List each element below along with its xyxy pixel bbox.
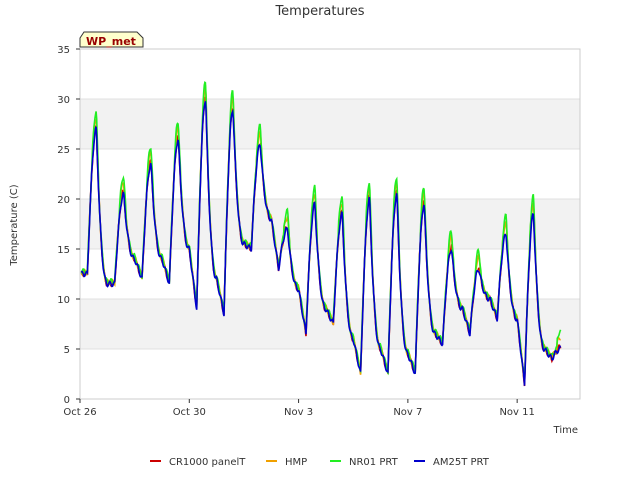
x-tick-label: Nov 7 xyxy=(393,407,422,418)
station-label-text: WP_met xyxy=(86,35,136,48)
legend-item: CR1000 panelT xyxy=(150,457,246,468)
legend-label: HMP xyxy=(285,457,307,468)
grid-band xyxy=(80,299,580,349)
legend-item: HMP xyxy=(266,457,307,468)
legend-item: AM25T PRT xyxy=(414,457,490,468)
legend-label: AM25T PRT xyxy=(433,457,490,468)
x-tick-label: Oct 26 xyxy=(63,407,96,418)
legend-label: NR01 PRT xyxy=(349,457,399,468)
x-tick-label: Nov 3 xyxy=(284,407,313,418)
legend-label: CR1000 panelT xyxy=(169,457,246,468)
y-tick-label: 30 xyxy=(57,95,70,106)
legend-item: NR01 PRT xyxy=(330,457,399,468)
legend: CR1000 panelT HMP NR01 PRT AM25T PRT xyxy=(150,457,490,468)
plot-area: 0 5 10 15 20 25 30 35 Oct 26 Oct 30 Nov 3 Nov 7 Nov … xyxy=(57,45,581,418)
temperature-chart: Temperatures 0 5 10 15 20 25 30 35 Oct 26 Oct 30 N… xyxy=(9,4,581,468)
y-tick-label: 25 xyxy=(57,145,70,156)
y-tick-label: 0 xyxy=(64,395,70,406)
station-label: WP_met xyxy=(79,31,144,48)
x-axis-label: Time xyxy=(553,425,578,436)
y-tick-label: 15 xyxy=(57,245,70,256)
x-tick-label: Oct 30 xyxy=(173,407,206,418)
grid-band xyxy=(80,99,580,149)
x-tick-label: Nov 11 xyxy=(499,407,534,418)
chart-title: Temperatures xyxy=(274,4,364,19)
y-axis-label: Temperature (C) xyxy=(9,184,20,266)
y-tick-label: 35 xyxy=(57,45,70,56)
y-tick-label: 10 xyxy=(57,295,70,306)
y-tick-label: 20 xyxy=(57,195,70,206)
y-tick-label: 5 xyxy=(64,345,70,356)
